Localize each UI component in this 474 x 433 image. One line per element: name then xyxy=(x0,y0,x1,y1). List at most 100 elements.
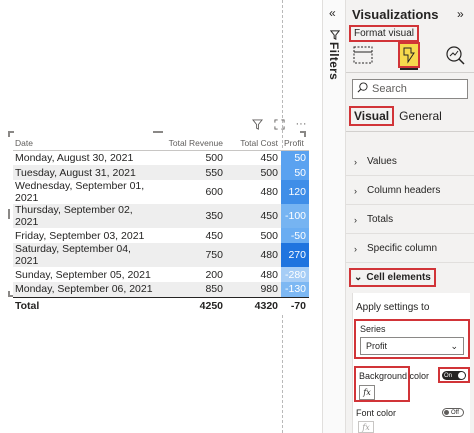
format-section-specific-column[interactable]: › Specific column xyxy=(346,235,474,263)
total-label: Total xyxy=(13,296,156,314)
search-placeholder: Search xyxy=(372,83,407,95)
divider xyxy=(346,72,474,73)
toggle-on-label: On xyxy=(444,372,453,379)
visualizations-pane: Visualizations » Format visual Search Vi… xyxy=(346,0,474,433)
format-section-totals[interactable]: › Totals xyxy=(346,206,474,234)
font-color-fx-button[interactable]: fx xyxy=(358,421,374,433)
profit-cell: -280 xyxy=(281,267,309,282)
table-row[interactable]: Friday, September 03, 2021 450 500 -50 xyxy=(13,228,309,243)
column-header-cost[interactable]: Total Cost xyxy=(226,136,281,151)
filter-icon[interactable] xyxy=(250,117,264,131)
cell-elements-label: Cell elements xyxy=(366,272,431,283)
profit-table: Date Total Revenue Total Cost Profit Mon… xyxy=(13,136,309,314)
background-color-toggle[interactable]: On xyxy=(442,371,466,380)
filters-pane-collapsed[interactable]: « Filters xyxy=(322,0,346,433)
chevron-right-icon: › xyxy=(354,185,357,196)
revenue-cell: 500 xyxy=(205,151,223,164)
revenue-cell: 600 xyxy=(205,186,223,198)
date-cell: Saturday, September 04, 2021 xyxy=(13,243,156,267)
background-color-toggle-group: On xyxy=(438,367,470,383)
format-section-column-headers[interactable]: › Column headers xyxy=(346,177,474,205)
section-label: Totals xyxy=(367,214,394,225)
tab-general[interactable]: General xyxy=(397,108,444,124)
profit-cell: 50 xyxy=(281,165,309,180)
analytics-icon[interactable] xyxy=(444,44,466,66)
column-header-date[interactable]: Date xyxy=(13,136,156,151)
profit-cell: 50 xyxy=(281,150,309,165)
pane-title: Visualizations xyxy=(352,7,439,22)
table-row[interactable]: Saturday, September 04, 2021 750 480 270 xyxy=(13,243,309,267)
cell-elements-section[interactable]: ⌄ Cell elements xyxy=(349,268,436,287)
table-row[interactable]: Wednesday, September 01, 2021 600 480 120 xyxy=(13,180,309,204)
section-label: Column headers xyxy=(367,185,441,196)
total-profit: -70 xyxy=(281,296,309,314)
conditional-formatting-fx-button[interactable]: fx xyxy=(359,385,375,400)
column-header-revenue[interactable]: Total Revenue xyxy=(156,136,226,151)
background-color-group: Background color fx xyxy=(354,366,429,402)
profit-cell: -50 xyxy=(281,228,309,243)
column-header-profit[interactable]: Profit xyxy=(281,136,309,151)
format-section-values[interactable]: › Values xyxy=(346,148,474,176)
total-row: Total 4250 4320 -70 xyxy=(13,296,309,314)
cost-cell: 450 xyxy=(226,204,281,228)
tab-visual[interactable]: Visual xyxy=(349,106,395,126)
table-row[interactable]: Tuesday, August 31, 2021 550 500 50 xyxy=(13,165,309,180)
font-color-toggle[interactable]: Off xyxy=(442,408,464,417)
revenue-cell: 750 xyxy=(156,243,226,267)
cost-cell: 480 xyxy=(226,243,281,267)
series-dropdown[interactable]: Profit ⌄ xyxy=(360,337,464,355)
revenue-cell: 850 xyxy=(156,282,226,297)
build-visual-icon[interactable] xyxy=(352,44,374,66)
chevron-right-icon: › xyxy=(354,214,357,225)
resize-handle[interactable] xyxy=(8,209,10,219)
date-cell: Sunday, September 05, 2021 xyxy=(15,268,151,281)
format-visual-icon[interactable] xyxy=(398,42,420,68)
series-label: Series xyxy=(360,324,386,334)
cost-cell: 980 xyxy=(226,282,281,297)
cost-cell: 480 xyxy=(260,268,278,281)
toggle-knob xyxy=(458,372,465,379)
profit-cell: -130 xyxy=(281,282,309,297)
date-cell: Thursday, September 02, 2021 xyxy=(13,204,156,228)
table-row[interactable]: Thursday, September 02, 2021 350 450 -100 xyxy=(13,204,309,228)
revenue-cell: 200 xyxy=(205,268,223,281)
date-cell: Monday, September 06, 2021 xyxy=(13,282,156,297)
date-cell: Friday, September 03, 2021 xyxy=(15,229,145,242)
cost-cell: 500 xyxy=(260,229,278,242)
apply-settings-label: Apply settings to xyxy=(356,302,430,313)
revenue-cell: 550 xyxy=(156,165,226,180)
resize-handle[interactable] xyxy=(153,131,163,133)
section-label: Specific column xyxy=(367,243,438,254)
total-cost: 4320 xyxy=(226,296,281,314)
table-header-row: Date Total Revenue Total Cost Profit xyxy=(13,136,309,151)
table-row[interactable]: Monday, September 06, 2021 850 980 -130 xyxy=(13,282,309,297)
active-mode-indicator xyxy=(400,68,418,70)
cost-cell: 500 xyxy=(226,165,281,180)
toggle-knob xyxy=(444,410,449,415)
more-options-icon[interactable]: ··· xyxy=(294,117,308,131)
focus-mode-icon[interactable] xyxy=(272,117,286,131)
collapse-chevron-icon[interactable]: » xyxy=(457,7,464,21)
chevron-down-icon: ⌄ xyxy=(354,272,363,283)
pane-mode-icons xyxy=(346,40,474,70)
font-color-label: Font color xyxy=(356,408,397,418)
table-row[interactable]: Sunday, September 05, 2021 200 480 -280 xyxy=(13,267,309,282)
search-icon xyxy=(357,82,368,96)
section-label: Values xyxy=(367,156,397,167)
search-input[interactable]: Search xyxy=(352,79,468,99)
series-group: Series Profit ⌄ xyxy=(354,319,470,359)
profit-cell: 120 xyxy=(281,180,309,204)
series-selected-value: Profit xyxy=(366,341,388,351)
chevron-down-icon: ⌄ xyxy=(450,340,458,351)
filters-label[interactable]: Filters xyxy=(327,42,341,80)
visual-header: ··· xyxy=(250,117,308,131)
date-cell: Monday, August 30, 2021 xyxy=(15,151,134,164)
chevron-right-icon: › xyxy=(354,156,357,167)
background-color-label: Background color xyxy=(359,371,430,381)
profit-cell: 270 xyxy=(281,243,309,267)
profit-cell: -100 xyxy=(281,204,309,228)
date-cell: Wednesday, September 01, 2021 xyxy=(15,180,145,204)
cost-cell: 450 xyxy=(260,151,278,164)
expand-chevron-icon[interactable]: « xyxy=(329,6,336,20)
table-row[interactable]: Monday, August 30, 2021 500 450 50 xyxy=(13,150,309,165)
